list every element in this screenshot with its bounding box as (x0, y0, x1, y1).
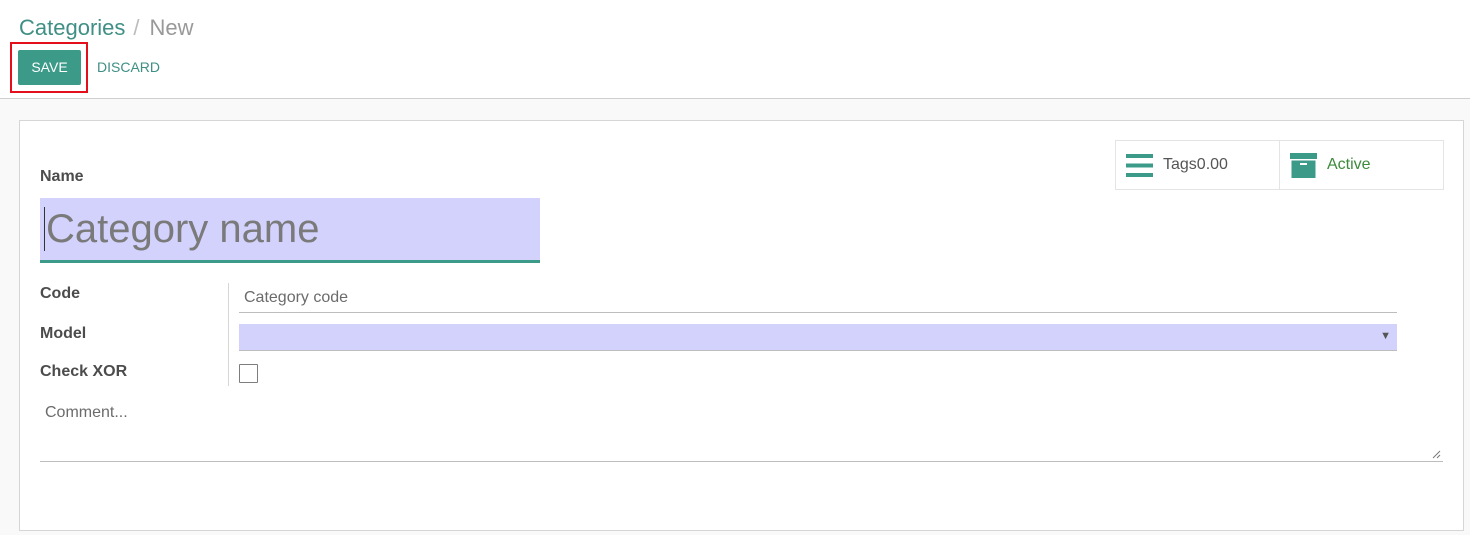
tags-stat-button[interactable]: Tags0.00 (1116, 141, 1279, 189)
code-label: Code (40, 285, 80, 302)
text-cursor (44, 207, 45, 251)
breadcrumb: Categories / New (19, 15, 194, 41)
name-label: Name (40, 168, 84, 185)
check-xor-checkbox[interactable] (239, 364, 258, 383)
model-label: Model (40, 325, 87, 342)
list-icon (1126, 153, 1153, 177)
discard-button[interactable]: DISCARD (97, 50, 160, 85)
active-toggle-button[interactable]: Active (1279, 141, 1443, 189)
label-column-separator (228, 283, 229, 386)
resize-grip-icon[interactable] (1432, 450, 1441, 459)
code-input[interactable]: Category code (239, 284, 1397, 313)
name-input[interactable]: Category name (40, 198, 540, 263)
control-panel: Categories / New SAVE DISCARD (0, 0, 1470, 99)
comment-textarea[interactable]: Comment... (40, 398, 1443, 462)
model-select[interactable]: ▼ (239, 324, 1397, 351)
breadcrumb-current: New (149, 15, 194, 40)
archive-icon (1290, 152, 1317, 178)
breadcrumb-categories-link[interactable]: Categories (19, 15, 125, 41)
breadcrumb-separator: / (133, 15, 140, 40)
active-stat-label: Active (1327, 156, 1371, 173)
comment-placeholder: Comment... (45, 404, 128, 421)
check-xor-label: Check XOR (40, 363, 128, 380)
chevron-down-icon: ▼ (1380, 330, 1391, 342)
tags-stat-label: Tags0.00 (1163, 156, 1228, 173)
save-button[interactable]: SAVE (18, 50, 81, 85)
button-box: Tags0.00 Active (1115, 140, 1444, 190)
